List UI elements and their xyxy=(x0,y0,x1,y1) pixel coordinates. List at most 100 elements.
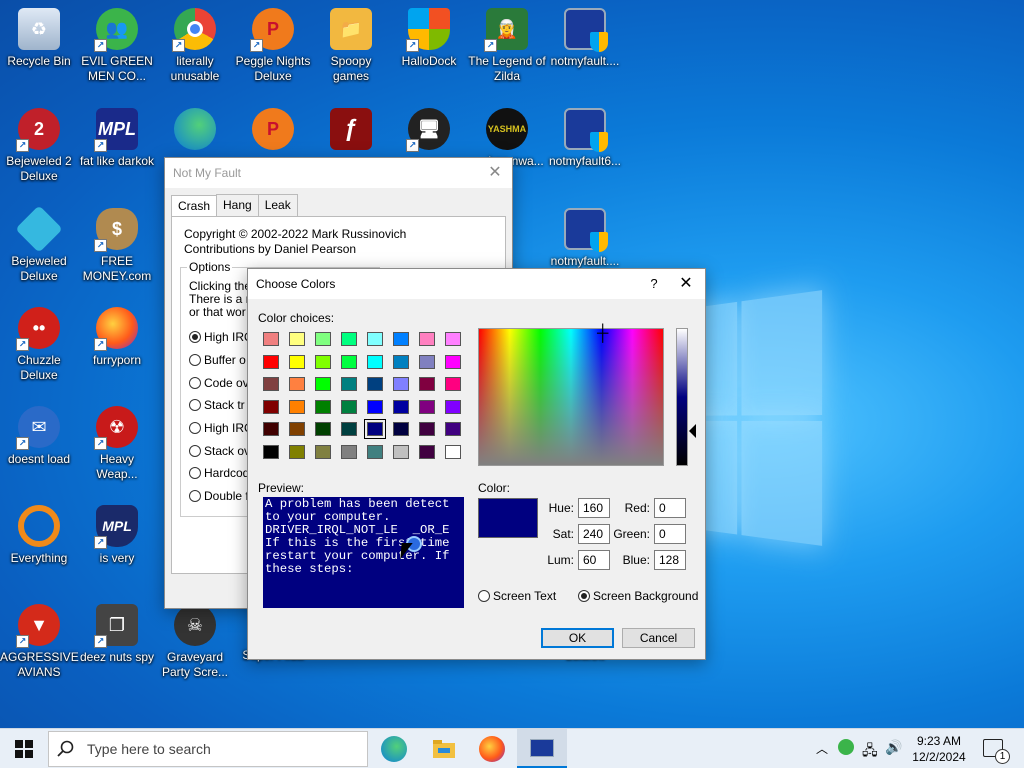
desktop-icon-bejeweled-2[interactable]: 2 ↗ Bejeweled 2 Deluxe xyxy=(0,108,78,184)
desktop-icon-free-money[interactable]: $ ↗ FREE MONEY.com xyxy=(78,208,156,284)
close-icon[interactable]: ✕ xyxy=(484,162,506,184)
desktop-icon-deez-nuts-spy[interactable]: ❐ ↗ deez nuts spy xyxy=(78,604,156,665)
radio-hardcoded-breakpoint[interactable]: Hardcod xyxy=(189,466,249,480)
desktop-icon-everything[interactable]: Everything xyxy=(0,505,78,566)
desktop-icon-flash[interactable]: ƒ xyxy=(312,108,390,154)
color-swatch[interactable] xyxy=(367,399,383,414)
radio-high-irql-2[interactable]: High IRC xyxy=(189,421,253,435)
notmyfault-titlebar[interactable]: Not My Fault xyxy=(165,158,512,188)
color-swatch[interactable] xyxy=(315,399,331,414)
color-swatch[interactable] xyxy=(393,422,409,436)
color-swatch[interactable] xyxy=(263,354,279,369)
taskbar-search-box[interactable]: Type here to search xyxy=(48,731,368,767)
color-swatch[interactable] xyxy=(393,444,409,459)
help-button[interactable]: ? xyxy=(643,273,665,295)
color-swatch[interactable] xyxy=(445,444,461,459)
color-swatch[interactable] xyxy=(315,444,331,459)
taskbar-edge-icon[interactable] xyxy=(381,736,407,762)
desktop-icon-peggle[interactable]: P xyxy=(234,108,312,154)
color-swatch[interactable] xyxy=(315,422,331,436)
choose-colors-titlebar[interactable]: Choose Colors xyxy=(248,269,705,299)
ok-button[interactable]: OK xyxy=(541,628,614,648)
desktop-icon-spoopy-games[interactable]: 📁 Spoopy games xyxy=(312,8,390,84)
color-swatch[interactable] xyxy=(263,399,279,414)
desktop-icon-evil-green-men[interactable]: ↗ 👥 EVIL GREEN MEN CO... xyxy=(78,8,156,84)
desktop-icon-heavy-weapon[interactable]: ☢ ↗ Heavy Weap... xyxy=(78,406,156,482)
color-swatch[interactable] xyxy=(315,332,331,346)
desktop-icon-notmyfault-2[interactable]: notmyfault6... xyxy=(546,108,624,169)
green-input[interactable]: 0 xyxy=(654,524,686,544)
color-swatch[interactable] xyxy=(419,354,435,369)
red-input[interactable]: 0 xyxy=(654,498,686,518)
color-swatch[interactable] xyxy=(419,399,435,414)
color-swatch[interactable] xyxy=(445,377,461,391)
color-swatch[interactable] xyxy=(341,444,357,459)
radio-stack-overflow[interactable]: Stack ov xyxy=(189,444,250,458)
radio-high-irql[interactable]: High IRQ xyxy=(189,330,253,344)
show-hidden-icons-chevron-icon[interactable]: ︿ xyxy=(816,740,828,757)
color-swatch[interactable] xyxy=(289,377,305,391)
color-spectrum[interactable]: ┼ xyxy=(478,326,664,466)
color-swatch[interactable] xyxy=(419,444,435,459)
desktop-icon-doesnt-load[interactable]: ✉ ↗ doesnt load xyxy=(0,406,78,467)
color-swatch[interactable] xyxy=(263,377,279,391)
color-swatch[interactable] xyxy=(289,354,305,369)
desktop-icon-legend-of-zilda[interactable]: 🧝 ↗ The Legend of Zilda xyxy=(468,8,546,84)
tab-crash[interactable]: Crash xyxy=(171,195,218,217)
radio-double-free[interactable]: Double f xyxy=(189,489,249,503)
color-swatch[interactable] xyxy=(445,399,461,414)
cancel-button[interactable]: Cancel xyxy=(622,628,695,648)
color-swatch[interactable] xyxy=(393,354,409,369)
color-swatch[interactable] xyxy=(367,332,383,346)
desktop-icon-bejeweled[interactable]: Bejeweled Deluxe xyxy=(0,205,78,284)
radio-buffer-overflow[interactable]: Buffer o xyxy=(189,353,246,367)
color-swatch[interactable] xyxy=(367,354,383,369)
desktop-icon-notmyfault-1[interactable]: notmyfault.... xyxy=(546,8,624,69)
color-swatch[interactable] xyxy=(341,422,357,436)
radio-screen-text[interactable]: Screen Text xyxy=(478,589,556,603)
desktop-icon-monitor[interactable]: 🖥 ↗ xyxy=(390,108,468,154)
color-swatch[interactable] xyxy=(393,377,409,391)
desktop-icon-furryporn[interactable]: ↗ furryporn xyxy=(78,307,156,368)
tab-hang[interactable]: Hang xyxy=(216,194,259,216)
color-swatch[interactable] xyxy=(315,354,331,369)
desktop-icon-fat-like-darkok[interactable]: MPL ↗ fat like darkok xyxy=(78,108,156,169)
color-swatch[interactable] xyxy=(367,444,383,459)
color-swatch[interactable] xyxy=(315,377,331,391)
color-swatch[interactable] xyxy=(419,422,435,436)
color-swatch[interactable] xyxy=(341,399,357,414)
color-swatch[interactable] xyxy=(445,354,461,369)
sat-input[interactable]: 240 xyxy=(578,524,610,544)
radio-stack-trash[interactable]: Stack tr xyxy=(189,398,245,412)
lum-input[interactable]: 60 xyxy=(578,550,610,570)
radio-code-overwrite[interactable]: Code ov xyxy=(189,376,249,390)
taskbar-firefox-icon[interactable] xyxy=(479,736,505,762)
luminance-bar[interactable] xyxy=(676,328,688,466)
radio-screen-background[interactable]: Screen Background xyxy=(578,589,698,603)
color-swatch[interactable] xyxy=(263,444,279,459)
tab-leak[interactable]: Leak xyxy=(257,194,298,216)
network-icon[interactable]: 🖧 xyxy=(862,740,878,764)
color-swatch[interactable] xyxy=(341,377,357,391)
color-swatch[interactable] xyxy=(364,419,386,439)
start-button[interactable] xyxy=(10,735,38,763)
color-swatch[interactable] xyxy=(289,444,305,459)
tray-app-icon[interactable] xyxy=(838,739,854,755)
taskbar-file-explorer-icon[interactable] xyxy=(430,735,458,763)
desktop-icon-graveyard-party[interactable]: ☠ Graveyard Party Scre... xyxy=(156,604,234,680)
desktop-icon-hallodock[interactable]: ↗ HalloDock xyxy=(390,8,468,69)
desktop-icon-notmyfault-3[interactable]: notmyfault.... xyxy=(546,208,624,269)
color-swatch[interactable] xyxy=(367,377,383,391)
color-swatch[interactable] xyxy=(393,399,409,414)
desktop-icon-peggle-nights[interactable]: P ↗ Peggle Nights Deluxe xyxy=(234,8,312,84)
color-swatch[interactable] xyxy=(289,332,305,346)
color-swatch[interactable] xyxy=(419,377,435,391)
desktop-icon-literally-unusable[interactable]: ↗ literally unusable xyxy=(156,8,234,84)
desktop-icon-chuzzle[interactable]: •• ↗ Chuzzle Deluxe xyxy=(0,307,78,383)
taskbar-notmyfault-button[interactable] xyxy=(517,729,567,768)
color-swatch[interactable] xyxy=(289,399,305,414)
desktop-icon-aggressive-avians[interactable]: ▼ ↗ AGGRESSIVE AVIANS xyxy=(0,604,79,680)
hue-input[interactable]: 160 xyxy=(578,498,610,518)
volume-icon[interactable]: 🔊 xyxy=(885,739,902,756)
color-swatch[interactable] xyxy=(263,332,279,346)
